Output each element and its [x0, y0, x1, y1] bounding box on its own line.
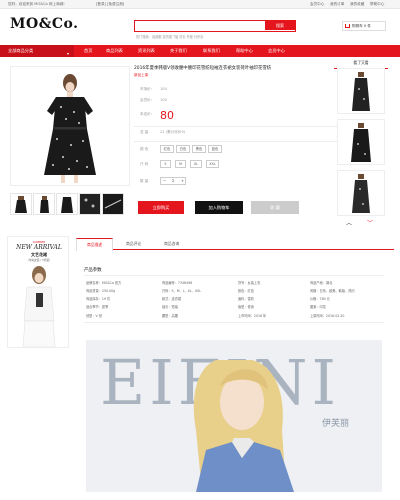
product-thumbnail[interactable]: [10, 193, 32, 215]
top-link-help[interactable]: 帮助中心: [370, 2, 384, 7]
param-cell: 领型：V 领: [86, 314, 102, 318]
param-cell: 商品产地：湖北: [310, 281, 333, 285]
category-menu[interactable]: 全部商品分类 ▾: [0, 45, 74, 57]
top-link-member[interactable]: 会员中心: [310, 2, 324, 7]
sales-label: 总 量: [140, 130, 149, 134]
hot-search-words[interactable]: 热门搜索：羽绒服 连衣裙 T恤 衬衫 外套 针织衫: [136, 34, 204, 39]
param-cell: 风格：日系、欧美、韩版、简约: [310, 289, 355, 293]
chevron-down-icon: ▾: [66, 51, 69, 56]
top-link-orders[interactable]: 我的订单: [330, 2, 344, 7]
nav-item-member[interactable]: 会员中心: [268, 45, 285, 57]
detail-tabs: 商品描述 商品评论 商品咨询: [76, 238, 394, 251]
nav-item-contact[interactable]: 联系我们: [203, 45, 220, 57]
banner-brand-cn: 伊芙丽: [322, 419, 350, 429]
color-option-red[interactable]: 红色: [160, 145, 174, 153]
param-cell: 版型：修身: [238, 305, 254, 309]
color-label: 颜 色: [140, 147, 149, 151]
chevron-down-icon[interactable]: ﹀: [367, 218, 373, 227]
nav-item-products[interactable]: 商品列表: [106, 45, 123, 57]
param-cell: 袖长：短袖: [162, 305, 178, 309]
product-thumbnail[interactable]: [33, 193, 55, 215]
size-option-m[interactable]: M: [175, 160, 186, 168]
product-subtitle: 新品上架: [134, 73, 149, 77]
product-thumbnail[interactable]: [79, 193, 101, 215]
param-cell: 商品编号：7346498: [162, 281, 193, 285]
param-cell: 上架时间：2016-03-20: [310, 314, 345, 318]
quantity-minus-button[interactable]: −: [163, 179, 166, 183]
search-input[interactable]: [135, 21, 265, 30]
search-button[interactable]: 搜索: [265, 21, 295, 30]
product-main-image[interactable]: [10, 66, 130, 186]
size-option-xxl[interactable]: XXL: [206, 160, 219, 168]
divider: [134, 141, 344, 142]
top-link-favorites[interactable]: 我的收藏: [350, 2, 364, 7]
site-logo[interactable]: MO&Co.: [10, 16, 78, 32]
param-cell: 价格：780 元: [310, 297, 330, 301]
nav-item-news[interactable]: 资讯列表: [138, 45, 155, 57]
size-option-s[interactable]: S: [160, 160, 171, 168]
product-thumbnail[interactable]: [102, 193, 124, 215]
promo-ad[interactable]: SUMMER NEW ARRIVAL 文艺花裙 时尚女装 / 5折起: [7, 236, 69, 348]
cart-label: 购物车 0 件: [352, 24, 371, 28]
params-title: 产品参数: [84, 268, 102, 273]
add-to-cart-button[interactable]: 加入购物车: [195, 201, 243, 214]
cart-icon: [345, 24, 350, 28]
param-cell: 腰型：高腰: [162, 314, 178, 318]
tab-reviews[interactable]: 商品评论: [116, 238, 151, 250]
size-label: 尺 码: [140, 162, 149, 166]
quantity-label: 数 量: [140, 179, 149, 183]
param-cell: 上市时间：2016 年: [238, 314, 267, 318]
divider: [134, 126, 344, 127]
nav-item-help[interactable]: 帮助中心: [236, 45, 253, 57]
param-cell: 品牌名称：MO&Co 官方: [86, 281, 122, 285]
param-cell: 尺码：S、M、L、XL、XXL: [162, 289, 201, 293]
product-title: 2016年夏季韩版V领收腰中腰印花雪纺短袖连衣裙女装荷叶袖印花雪纺: [134, 66, 272, 71]
tab-description[interactable]: 商品描述: [76, 238, 114, 251]
tab-inquiries[interactable]: 商品咨询: [154, 238, 189, 250]
member-price: 100: [160, 98, 167, 102]
search-bar: 搜索: [134, 20, 296, 32]
top-bar: 您好，欢迎来到 MO&Co 网上商城! [登录] [免费注册] 会员中心 我的订…: [0, 0, 400, 9]
ad-headline: NEW ARRIVAL: [16, 244, 62, 251]
product-price: 80: [160, 109, 174, 122]
divider: [84, 275, 384, 276]
param-cell: 面料：雪纺: [238, 297, 254, 301]
nav-item-about[interactable]: 关于我们: [170, 45, 187, 57]
quantity-plus-button[interactable]: +: [181, 179, 184, 183]
main-nav: 全部商品分类 ▾ 首页 商品列表 资讯列表 关于我们 联系我们 帮助中心 会员中…: [0, 45, 400, 57]
sales-value: 21 (累计评价0): [160, 130, 186, 134]
chevron-up-icon[interactable]: ︿: [346, 218, 352, 227]
param-cell: 图案：印花: [310, 305, 326, 309]
param-cell: 货号：女装上衣: [238, 281, 261, 285]
recommend-item-image[interactable]: [337, 170, 385, 216]
favorite-button[interactable]: 收 藏: [251, 201, 299, 214]
color-option-black[interactable]: 黑色: [192, 145, 206, 153]
param-cell: 商品重量：250.00g: [86, 289, 116, 293]
param-cell: 款式：连衣裙: [162, 297, 182, 301]
recommend-item-image[interactable]: [337, 119, 385, 165]
welcome-text: 您好，欢迎来到 MO&Co 网上商城!: [8, 2, 65, 6]
nav-item-home[interactable]: 首页: [84, 45, 92, 57]
ad-subtitle: 时尚女装 / 5折起: [28, 258, 50, 262]
buy-now-button[interactable]: 立即购买: [138, 201, 184, 214]
login-register-link[interactable]: [登录] [免费注册]: [96, 2, 124, 7]
market-price: 100: [160, 87, 167, 91]
product-thumbnail[interactable]: [56, 193, 78, 215]
quantity-input[interactable]: 2: [172, 179, 174, 183]
param-cell: 适合季节：夏季: [86, 305, 109, 309]
color-option-white[interactable]: 白色: [176, 145, 190, 153]
member-price-label: 会员价：: [140, 98, 155, 102]
price-label: 本店价：: [140, 112, 155, 116]
color-option-blue[interactable]: 蓝色: [208, 145, 222, 153]
size-option-xl[interactable]: XL: [190, 160, 202, 168]
market-price-label: 市场价：: [140, 87, 155, 91]
recommend-item-image[interactable]: [337, 68, 385, 114]
category-menu-label: 全部商品分类: [8, 48, 34, 53]
brand-banner: EIFINI 伊芙丽: [86, 340, 382, 492]
param-cell: 颜色：红色: [238, 289, 254, 293]
cart-button[interactable]: 购物车 0 件: [342, 21, 386, 31]
divider: [84, 322, 384, 323]
param-cell: 商品库存：19 件: [86, 297, 111, 301]
quantity-stepper: − 2 +: [160, 177, 186, 185]
